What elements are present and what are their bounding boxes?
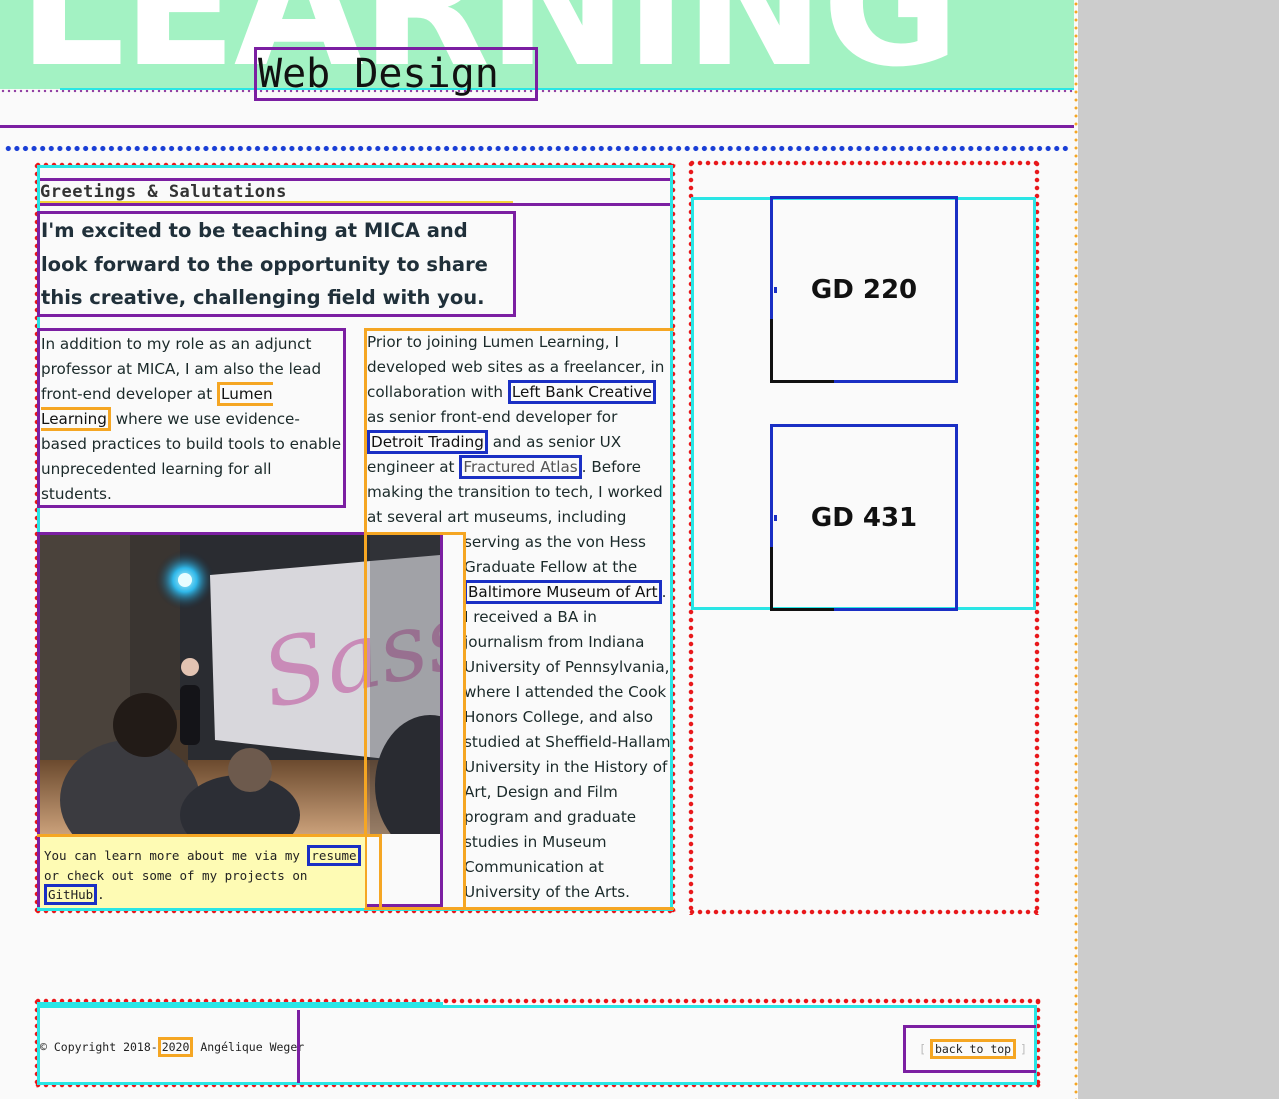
left-bank-creative-link[interactable]: Left Bank Creative	[507, 380, 656, 404]
copyright-year: 2020	[157, 1037, 194, 1057]
detroit-trading-link[interactable]: Detroit Trading	[367, 430, 488, 454]
section-title-accent	[40, 201, 513, 203]
intro-lead: I'm excited to be teaching at MICA and l…	[37, 211, 516, 317]
callout-text: You can learn more about me via my	[44, 848, 308, 863]
page-edge-dots	[1074, 0, 1078, 1099]
back-to-top-link[interactable]: back to top	[929, 1039, 1017, 1059]
bio-text: as senior front-end developer for	[367, 408, 618, 426]
footer-divider	[297, 1010, 300, 1083]
back-to-top-container: [ back to top ]	[903, 1025, 1036, 1073]
card-tick	[774, 515, 777, 521]
bio-text: In addition to my role as an adjunct pro…	[41, 335, 322, 403]
card-tick	[774, 287, 777, 293]
header-dotted-divider	[4, 145, 1070, 152]
callout-text: .	[97, 887, 105, 902]
card-corner-accent	[770, 547, 834, 611]
resume-link[interactable]: resume	[307, 845, 361, 866]
bio-text: serving as the von Hess Graduate Fellow …	[464, 533, 646, 576]
fractured-atlas-link[interactable]: Fractured Atlas	[459, 455, 582, 479]
bio-text: . I received a BA in journalism from Ind…	[464, 583, 671, 901]
bracket-open: [	[919, 1042, 926, 1056]
copyright-author: Angélique Weger	[193, 1040, 305, 1054]
learn-more-callout: You can learn more about me via my resum…	[40, 837, 365, 908]
course-card-gd-220[interactable]: GD 220	[770, 196, 958, 383]
github-link[interactable]: GitHub	[44, 884, 98, 905]
header-rule	[0, 125, 1074, 128]
baltimore-museum-link[interactable]: Baltimore Museum of Art	[464, 580, 662, 604]
right-gutter	[1078, 0, 1279, 1099]
callout-text: or check out some of my projects on	[44, 867, 308, 883]
bracket-close: ]	[1020, 1042, 1028, 1056]
course-card-gd-431[interactable]: GD 431	[770, 424, 958, 611]
copyright-text: © Copyright 2018-	[40, 1040, 158, 1054]
site-title[interactable]: Web Design	[254, 47, 538, 101]
course-label: GD 220	[810, 274, 918, 305]
hero-cyan-line	[60, 88, 1074, 90]
bio-paragraph-2: Prior to joining Lumen Learning, I devel…	[367, 330, 671, 530]
card-corner-accent	[770, 319, 834, 383]
bio-paragraph-2-continued: serving as the von Hess Graduate Fellow …	[464, 530, 674, 905]
bio-paragraph-1: In addition to my role as an adjunct pro…	[37, 328, 346, 508]
copyright: © Copyright 2018- 2020 Angélique Weger	[40, 1037, 304, 1057]
course-label: GD 431	[810, 502, 918, 533]
footer-accent-bar	[37, 1002, 443, 1008]
